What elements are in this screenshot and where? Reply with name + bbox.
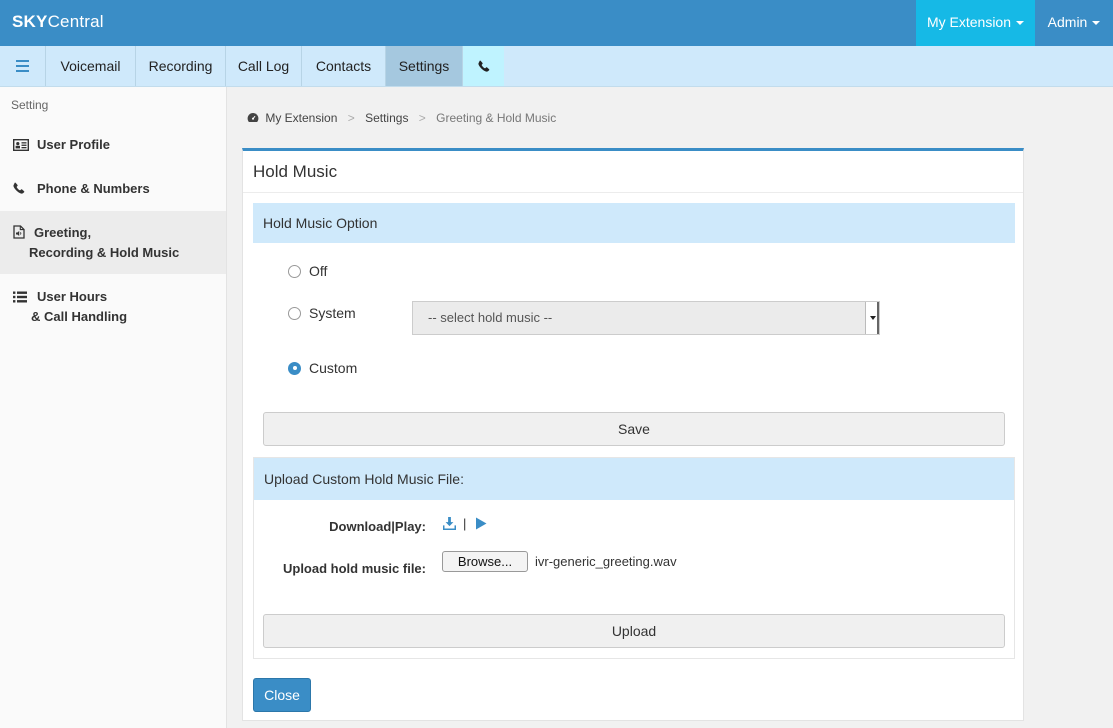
brand-rest: Central [47, 12, 104, 31]
select-placeholder: -- select hold music -- [428, 310, 553, 325]
list-icon [13, 291, 27, 303]
hold-music-select[interactable]: -- select hold music -- [412, 301, 880, 335]
my-extension-label: My Extension [926, 14, 1012, 30]
icon-separator: | [463, 516, 467, 531]
admin-dropdown[interactable]: Admin [1035, 0, 1113, 46]
divider [243, 192, 1023, 193]
tab-bar: Voicemail Recording Call Log Contacts Se… [0, 46, 1113, 87]
option-system[interactable]: System [288, 305, 356, 321]
brand-bold: SKY [12, 12, 48, 31]
tab-call-log[interactable]: Call Log [225, 46, 301, 86]
radio-system[interactable] [288, 306, 301, 320]
selected-file-name: ivr-generic_greeting.wav [535, 554, 677, 569]
breadcrumb-settings[interactable]: Settings [365, 111, 408, 125]
radio-off[interactable] [288, 264, 301, 278]
download-icon[interactable] [443, 517, 456, 530]
hold-music-option-header: Hold Music Option [253, 203, 1015, 243]
option-off-label: Off [309, 263, 328, 279]
option-custom[interactable]: Custom [288, 360, 357, 376]
breadcrumb-separator: > [418, 111, 426, 125]
top-navbar: SKYCentral My Extension Admin [0, 0, 1113, 46]
browse-button[interactable]: Browse... [442, 551, 528, 572]
option-system-label: System [309, 305, 356, 321]
audio-file-icon [13, 225, 25, 239]
hold-music-panel: Hold Music Hold Music Option Off System … [242, 148, 1024, 721]
upload-file-label: Upload hold music file: [282, 561, 426, 576]
upload-section: Upload Custom Hold Music File: Download|… [253, 457, 1015, 659]
play-icon[interactable] [475, 517, 487, 530]
tab-voicemail[interactable]: Voicemail [45, 46, 135, 86]
close-button[interactable]: Close [253, 678, 311, 712]
breadcrumb-current: Greeting & Hold Music [436, 111, 557, 125]
sidebar-item-label: Recording & Hold Music [29, 245, 180, 260]
breadcrumb: My Extension > Settings > Greeting & Hol… [247, 111, 556, 125]
option-off[interactable]: Off [288, 263, 327, 279]
sidebar-item-label: User Profile [37, 137, 110, 152]
tab-phone[interactable] [462, 46, 504, 86]
sidebar-item-label: Greeting, [34, 225, 92, 240]
save-button[interactable]: Save [263, 412, 1005, 446]
breadcrumb-my-extension[interactable]: My Extension [265, 111, 337, 125]
admin-label: Admin [1047, 14, 1088, 30]
sidebar-item-label: Phone & Numbers [37, 181, 150, 196]
download-play-label: Download|Play: [329, 519, 426, 534]
menu-toggle-button[interactable] [0, 46, 45, 86]
tab-recording[interactable]: Recording [135, 46, 225, 86]
id-card-icon [13, 139, 29, 151]
chevron-down-icon [865, 302, 879, 334]
tab-settings[interactable]: Settings [385, 46, 462, 86]
my-extension-dropdown[interactable]: My Extension [916, 0, 1035, 46]
sidebar-item-label: User Hours [37, 289, 108, 304]
phone-icon [477, 60, 489, 72]
dashboard-icon [247, 113, 259, 122]
sidebar-item-phone-numbers[interactable]: Phone & Numbers [0, 169, 226, 209]
sidebar-item-user-hours[interactable]: User Hours & Call Handling [0, 277, 226, 337]
sidebar-heading: Setting [11, 98, 49, 112]
phone-icon [13, 182, 25, 194]
radio-custom[interactable] [288, 361, 301, 375]
upload-section-header: Upload Custom Hold Music File: [254, 458, 1014, 500]
hamburger-icon [16, 59, 29, 74]
panel-title: Hold Music [253, 162, 338, 181]
upload-button[interactable]: Upload [263, 614, 1005, 648]
caret-down-icon [1092, 21, 1101, 26]
app-logo[interactable]: SKYCentral [12, 12, 104, 32]
sidebar: Setting User Profile Phone & Numbers Gre… [0, 87, 227, 728]
option-custom-label: Custom [309, 360, 358, 376]
sidebar-item-label: & Call Handling [31, 309, 128, 324]
sidebar-item-greeting-hold-music[interactable]: Greeting, Recording & Hold Music [0, 211, 226, 274]
tab-contacts[interactable]: Contacts [301, 46, 385, 86]
sidebar-item-user-profile[interactable]: User Profile [0, 125, 226, 165]
caret-down-icon [1016, 21, 1025, 26]
download-play-controls: | [443, 516, 487, 531]
breadcrumb-separator: > [347, 111, 355, 125]
